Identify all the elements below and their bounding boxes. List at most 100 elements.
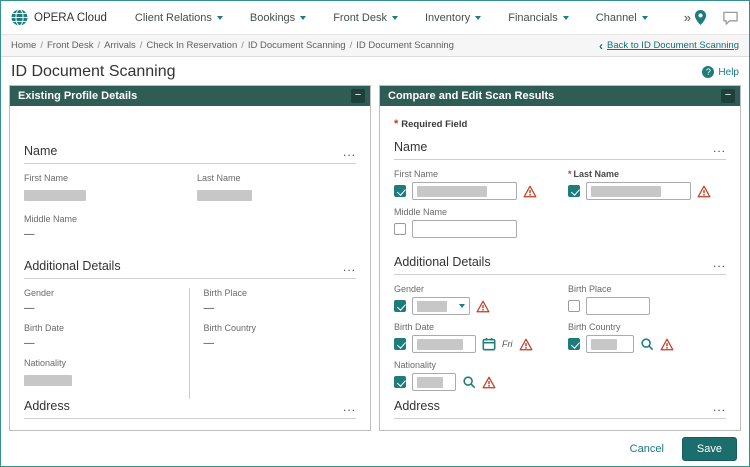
field-birth-place: Birth Place — bbox=[203, 288, 248, 314]
section-actions-menu[interactable]: ... bbox=[343, 401, 356, 413]
field-birth-country: Birth Country — bbox=[203, 323, 257, 349]
breadcrumb-arrivals[interactable]: Arrivals bbox=[104, 40, 136, 51]
chevron-down-icon bbox=[391, 15, 398, 20]
globe-icon bbox=[11, 9, 28, 26]
menu-financials[interactable]: Financials bbox=[508, 12, 569, 24]
additional-details-section: Additional Details ... Gender Birth Plac… bbox=[394, 255, 726, 398]
compare-edit-scan-results-panel: Compare and Edit Scan Results − * Requir… bbox=[379, 85, 741, 431]
cancel-button[interactable]: Cancel bbox=[630, 443, 664, 455]
birth-country-input[interactable] bbox=[586, 335, 634, 353]
nationality-input[interactable] bbox=[412, 373, 456, 391]
first-name-checkbox[interactable] bbox=[394, 185, 406, 197]
required-field-note: * Required Field bbox=[394, 118, 468, 130]
section-actions-menu[interactable]: ... bbox=[713, 257, 726, 269]
birth-date-checkbox[interactable] bbox=[394, 338, 406, 350]
collapse-panel-button[interactable]: − bbox=[351, 89, 365, 103]
warning-icon bbox=[523, 185, 537, 197]
address-section: Address ... bbox=[394, 399, 726, 430]
field-middle-name: Middle Name — bbox=[24, 214, 78, 240]
redacted-value bbox=[591, 185, 661, 197]
birth-place-input[interactable] bbox=[586, 297, 650, 315]
brand-name: OPERA Cloud bbox=[34, 11, 107, 24]
menu-bookings[interactable]: Bookings bbox=[250, 12, 307, 24]
breadcrumb-front-desk[interactable]: Front Desk bbox=[47, 40, 93, 51]
first-name-input[interactable] bbox=[412, 182, 517, 200]
breadcrumb-separator: / bbox=[97, 40, 101, 51]
chat-icon[interactable] bbox=[722, 10, 739, 26]
section-actions-menu[interactable]: ... bbox=[343, 261, 356, 273]
divider bbox=[394, 274, 726, 275]
panel-title: Compare and Edit Scan Results bbox=[388, 90, 555, 102]
section-title-address: Address bbox=[394, 399, 440, 413]
required-asterisk: * bbox=[568, 169, 572, 179]
chevron-down-icon bbox=[562, 15, 569, 20]
birth-date-input[interactable] bbox=[412, 335, 476, 353]
calendar-icon[interactable] bbox=[482, 337, 496, 351]
section-actions-menu[interactable]: ... bbox=[713, 142, 726, 154]
middle-name-input[interactable] bbox=[412, 220, 517, 238]
scan-field-last-name: * Last Name bbox=[568, 169, 726, 200]
scan-field-first-name: First Name bbox=[394, 169, 552, 200]
breadcrumb-id-document-scanning[interactable]: ID Document Scanning bbox=[248, 40, 346, 51]
divider bbox=[24, 418, 356, 419]
birth-country-checkbox[interactable] bbox=[568, 338, 580, 350]
brand-logo[interactable]: OPERA Cloud bbox=[11, 9, 107, 26]
help-icon: ? bbox=[702, 66, 715, 78]
warning-icon bbox=[660, 338, 674, 350]
scan-field-birth-place: Birth Place bbox=[568, 284, 726, 315]
birth-place-checkbox[interactable] bbox=[568, 300, 580, 312]
chevron-down-icon bbox=[300, 15, 307, 20]
redacted-value bbox=[24, 190, 86, 202]
search-icon[interactable] bbox=[640, 337, 654, 351]
gender-select[interactable] bbox=[412, 297, 470, 315]
breadcrumb-separator: / bbox=[40, 40, 43, 51]
name-section: Name ... First Name Last Name Middle Nam… bbox=[24, 144, 356, 249]
panel-body: * Required Field Name ... First Name * L… bbox=[380, 106, 740, 430]
chevron-down-icon bbox=[216, 15, 223, 20]
menu-front-desk[interactable]: Front Desk bbox=[333, 12, 398, 24]
opera-cloud-window: { "ui": { "ellipsis": "...", "collapse":… bbox=[0, 0, 750, 467]
menu-inventory[interactable]: Inventory bbox=[425, 12, 482, 24]
redacted-value bbox=[417, 185, 487, 197]
back-to-id-document-scanning-link[interactable]: ‹ Back to ID Document Scanning bbox=[599, 40, 739, 52]
scan-field-birth-date: Birth Date Fri bbox=[394, 322, 552, 353]
divider bbox=[24, 163, 356, 164]
menu-overflow-chevrons[interactable]: » bbox=[684, 10, 691, 25]
breadcrumb-separator: / bbox=[139, 40, 143, 51]
search-icon[interactable] bbox=[462, 375, 476, 389]
menu-client-relations[interactable]: Client Relations bbox=[135, 12, 223, 24]
pin-icon[interactable] bbox=[693, 9, 708, 26]
section-title-additional-details: Additional Details bbox=[24, 259, 121, 273]
page-title: ID Document Scanning bbox=[11, 63, 176, 80]
top-right-icons bbox=[693, 9, 739, 26]
redacted-value bbox=[417, 338, 463, 350]
scan-field-gender: Gender bbox=[394, 284, 552, 315]
redacted-value bbox=[417, 300, 447, 312]
menu-channel[interactable]: Channel bbox=[596, 12, 648, 24]
breadcrumb-id-document-scanning-2[interactable]: ID Document Scanning bbox=[356, 40, 454, 51]
page-title-bar: ID Document Scanning ? Help bbox=[1, 57, 749, 85]
panels-container: Existing Profile Details − Name ... Firs… bbox=[1, 85, 749, 431]
breadcrumb: Home / Front Desk / Arrivals / Check In … bbox=[1, 35, 749, 57]
collapse-panel-button[interactable]: − bbox=[721, 89, 735, 103]
warning-icon bbox=[519, 338, 532, 350]
section-title-name: Name bbox=[24, 144, 58, 158]
section-actions-menu[interactable]: ... bbox=[343, 146, 356, 158]
last-name-checkbox[interactable] bbox=[568, 185, 580, 197]
save-button[interactable]: Save bbox=[681, 436, 737, 461]
panel-header: Compare and Edit Scan Results − bbox=[380, 86, 740, 106]
breadcrumb-home[interactable]: Home bbox=[11, 40, 36, 51]
divider bbox=[394, 159, 726, 160]
middle-name-checkbox[interactable] bbox=[394, 223, 406, 235]
top-navigation: OPERA Cloud Client Relations Bookings Fr… bbox=[1, 1, 749, 35]
breadcrumb-check-in-reservation[interactable]: Check In Reservation bbox=[146, 40, 237, 51]
section-title-name: Name bbox=[394, 140, 428, 154]
help-link[interactable]: ? Help bbox=[702, 66, 739, 78]
footer-action-bar: Cancel Save bbox=[1, 431, 749, 466]
last-name-input[interactable] bbox=[586, 182, 691, 200]
birth-date-day: Fri bbox=[502, 339, 513, 349]
nationality-checkbox[interactable] bbox=[394, 376, 406, 388]
section-actions-menu[interactable]: ... bbox=[713, 401, 726, 413]
gender-checkbox[interactable] bbox=[394, 300, 406, 312]
